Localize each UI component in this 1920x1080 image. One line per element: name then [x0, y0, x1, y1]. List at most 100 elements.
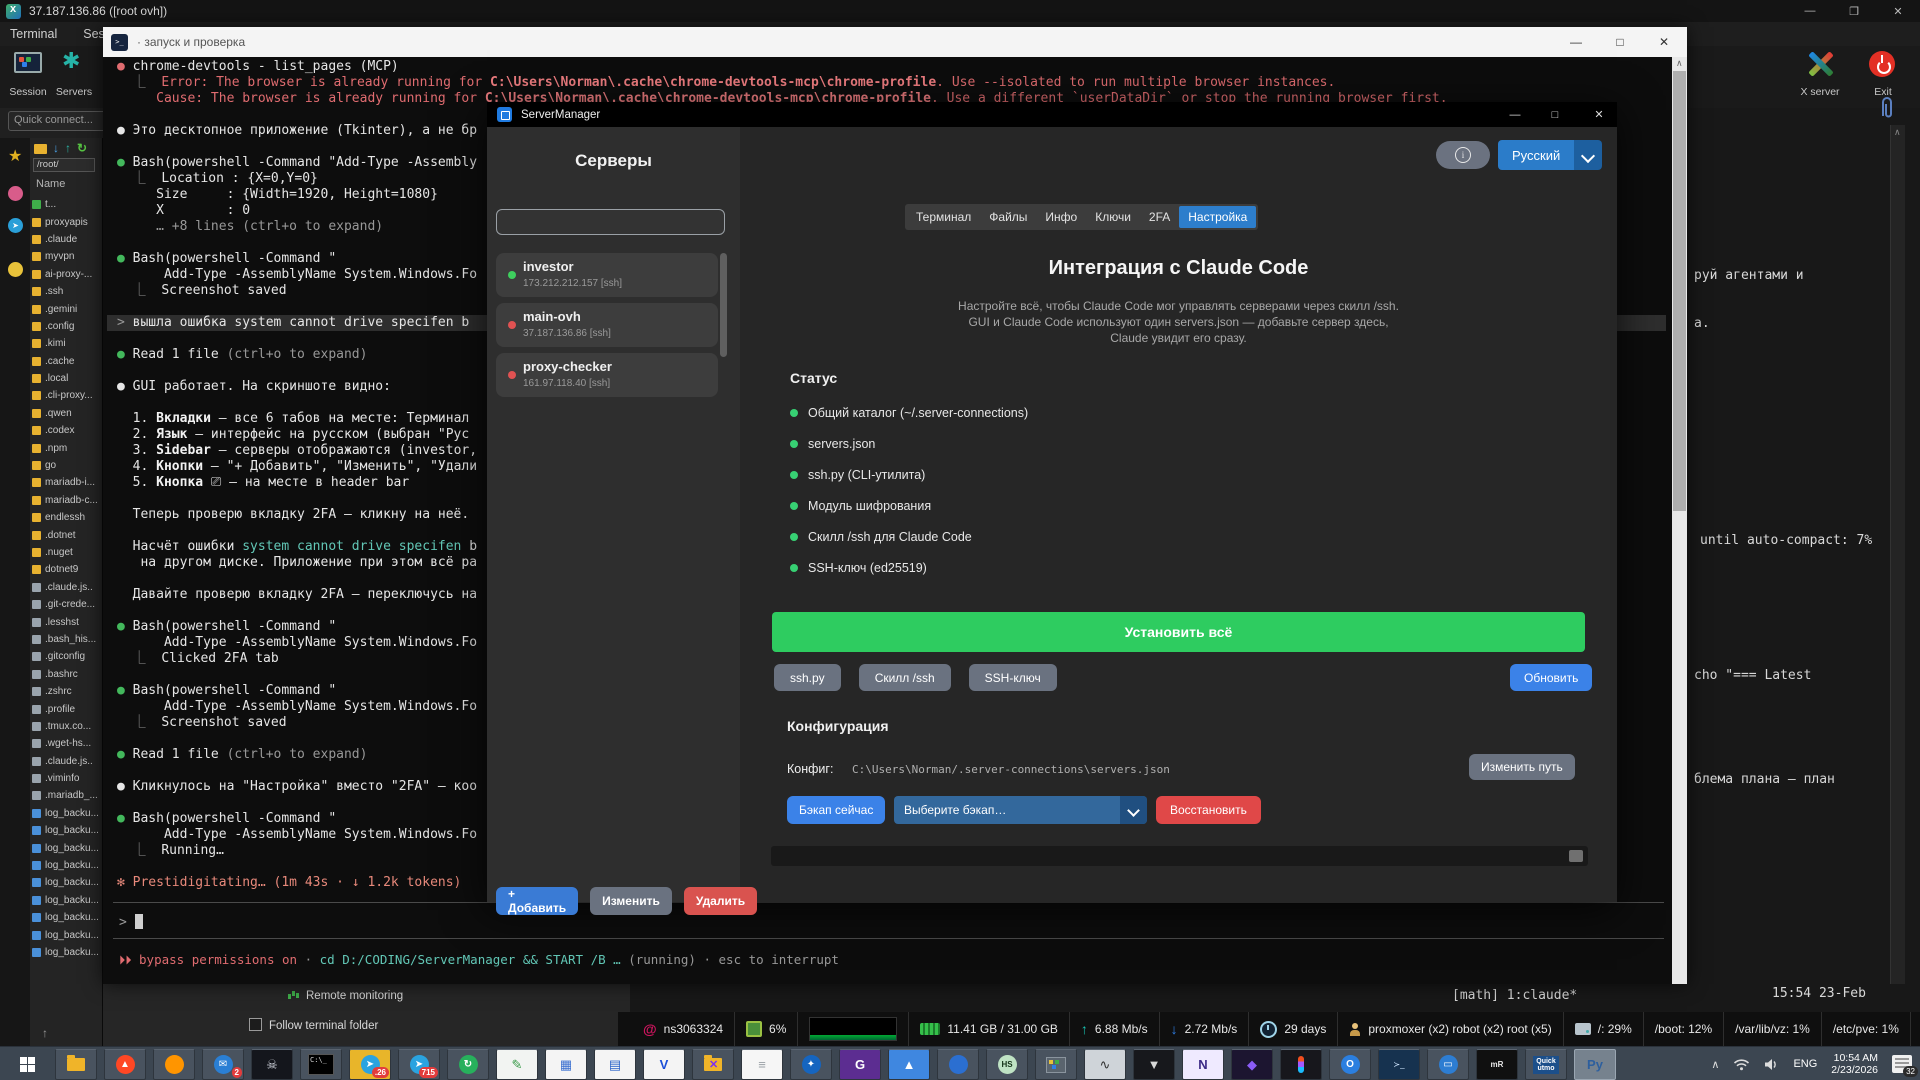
taskbar-powershell[interactable]: ≻_	[1378, 1049, 1420, 1080]
taskbar-telegram[interactable]: ➤ 715	[398, 1049, 440, 1080]
file-tree-item[interactable]: dotnet9	[32, 561, 102, 578]
app-minimize-button[interactable]: —	[1788, 0, 1832, 22]
file-tree-item[interactable]: .npm	[32, 439, 102, 456]
taskbar-bird-app[interactable]: ✦	[790, 1049, 832, 1080]
file-tree-item[interactable]: t...	[32, 196, 102, 213]
server-item-investor[interactable]: investor 173.212.212.157 [ssh]	[496, 253, 718, 297]
file-tree-item[interactable]: .gemini	[32, 300, 102, 317]
install-all-button[interactable]: Установить всё	[772, 612, 1585, 652]
upload-icon[interactable]: ↑	[65, 141, 71, 155]
server-list-scrollbar[interactable]	[720, 253, 727, 357]
follow-folder-checkbox[interactable]: Follow terminal folder	[249, 1016, 378, 1034]
pink-tool-icon[interactable]	[8, 186, 23, 201]
file-tree-item[interactable]: go	[32, 457, 102, 474]
terminal-prompt[interactable]: >	[119, 914, 143, 930]
taskbar-phantom[interactable]: ☠	[251, 1049, 293, 1080]
menu-terminal[interactable]: Terminal	[10, 27, 57, 41]
log-strip-thumb[interactable]	[1569, 850, 1583, 862]
file-tree-item[interactable]: .gitconfig	[32, 648, 102, 665]
favorites-star-icon[interactable]: ★	[8, 146, 23, 165]
remote-monitoring-button[interactable]: Remote monitoring	[288, 986, 403, 1004]
component-button[interactable]: ssh.py	[774, 664, 841, 691]
taskbar-v-app[interactable]: V	[643, 1049, 685, 1080]
file-tree-item[interactable]: .cli-proxy...	[32, 387, 102, 404]
tray-clock[interactable]: 10:54 AM 2/23/2026	[1831, 1052, 1878, 1076]
sftp-name-header[interactable]: Name	[36, 178, 65, 190]
backup-select[interactable]: Выберите бэкап…	[894, 796, 1147, 824]
taskbar-notepad[interactable]: ≡	[741, 1049, 783, 1080]
file-tree-item[interactable]: .local	[32, 370, 102, 387]
server-button-удалить[interactable]: Удалить	[683, 887, 758, 915]
x-server-icon[interactable]	[1806, 50, 1834, 78]
taskbar-mr-app[interactable]: mR	[1476, 1049, 1518, 1080]
taskbar-notion[interactable]: N	[1182, 1049, 1224, 1080]
taskbar-remote-desktop[interactable]: ▭	[1427, 1049, 1469, 1080]
file-tree-item[interactable]: myvpn	[32, 248, 102, 265]
taskbar-monitor-wave[interactable]: ∿	[1084, 1049, 1126, 1080]
taskbar-calculator[interactable]: ▦	[545, 1049, 587, 1080]
component-button[interactable]: SSH-ключ	[968, 664, 1057, 691]
server-search-input[interactable]	[496, 209, 725, 235]
taskbar-hs-app[interactable]: HS	[986, 1049, 1028, 1080]
tab-2FA[interactable]: 2FA	[1140, 206, 1179, 228]
file-tree-item[interactable]: .git-crede...	[32, 596, 102, 613]
file-tree-item[interactable]: .qwen	[32, 405, 102, 422]
info-button[interactable]: i	[1436, 141, 1490, 169]
file-tree-item[interactable]: .claude.js..	[32, 753, 102, 770]
file-tree-item[interactable]: log_backu...	[32, 805, 102, 822]
taskbar-figma[interactable]	[1280, 1049, 1322, 1080]
taskbar-opera[interactable]: O	[1329, 1049, 1371, 1080]
terminal-minimize-button[interactable]: —	[1559, 27, 1593, 57]
file-tree-item[interactable]: log_backu...	[32, 857, 102, 874]
taskbar-photos[interactable]: ▲	[888, 1049, 930, 1080]
file-tree-item[interactable]: .profile	[32, 700, 102, 717]
exit-icon[interactable]	[1869, 51, 1895, 77]
file-tree-item[interactable]: .kimi	[32, 335, 102, 352]
file-tree-item[interactable]: log_backu...	[32, 892, 102, 909]
taskbar-start[interactable]	[6, 1049, 48, 1080]
taskbar-editor[interactable]: ✎	[496, 1049, 538, 1080]
servermanager-minimize-button[interactable]: —	[1497, 102, 1533, 127]
file-tree-item[interactable]: .codex	[32, 422, 102, 439]
terminal-close-button[interactable]: ✕	[1647, 27, 1681, 57]
taskbar-obsidian[interactable]: ◆	[1231, 1049, 1273, 1080]
sftp-scroll-up-icon[interactable]: ↑	[42, 1026, 48, 1040]
file-tree-item[interactable]: log_backu...	[32, 839, 102, 856]
taskbar-thunderbird[interactable]: ✉ 2	[202, 1049, 244, 1080]
restore-button[interactable]: Восстановить	[1156, 796, 1261, 824]
servermanager-titlebar[interactable]: ServerManager — □ ✕	[487, 102, 1617, 127]
file-tree-item[interactable]: .cache	[32, 353, 102, 370]
yellow-ball-icon[interactable]	[8, 262, 23, 277]
file-tree-item[interactable]: .zshrc	[32, 683, 102, 700]
servermanager-close-button[interactable]: ✕	[1581, 102, 1617, 127]
tab-Инфо[interactable]: Инфо	[1036, 206, 1086, 228]
taskbar-sync[interactable]: ↻	[447, 1049, 489, 1080]
file-tree-item[interactable]: ai-proxy-...	[32, 266, 102, 283]
file-tree-item[interactable]: .tmux.co...	[32, 718, 102, 735]
file-tree-item[interactable]: log_backu...	[32, 874, 102, 891]
file-tree-item[interactable]: .bash_his...	[32, 631, 102, 648]
server-item-main-ovh[interactable]: main-ovh 37.187.136.86 [ssh]	[496, 303, 718, 347]
terminal-scrollbar[interactable]	[1672, 57, 1687, 984]
file-tree-item[interactable]: proxyapis	[32, 213, 102, 230]
taskbar-explorer[interactable]	[55, 1049, 97, 1080]
change-path-button[interactable]: Изменить путь	[1469, 754, 1575, 780]
backup-now-button[interactable]: Бэкап сейчас	[787, 796, 886, 824]
taskbar-g-app[interactable]: G	[839, 1049, 881, 1080]
tab-Настройка[interactable]: Настройка	[1179, 206, 1257, 228]
tab-Терминал[interactable]: Терминал	[907, 206, 980, 228]
file-tree-item[interactable]: mariadb-i...	[32, 474, 102, 491]
file-tree-item[interactable]: .config	[32, 318, 102, 335]
wifi-icon[interactable]	[1733, 1058, 1750, 1071]
telegram-rail-icon[interactable]: ➤	[8, 218, 23, 233]
terminal-scrollbar-thumb[interactable]	[1673, 71, 1686, 511]
sftp-path-input[interactable]: /root/	[33, 158, 95, 172]
file-tree-item[interactable]: .wget-hs...	[32, 735, 102, 752]
taskbar-cmd[interactable]: C:\_	[300, 1049, 342, 1080]
taskbar-firefox[interactable]	[153, 1049, 195, 1080]
file-tree-item[interactable]: log_backu...	[32, 926, 102, 943]
file-tree-item[interactable]: .viminfo	[32, 770, 102, 787]
taskbar-funnel[interactable]: ▼	[1133, 1049, 1175, 1080]
folder-up-icon[interactable]	[34, 144, 47, 154]
file-tree-item[interactable]: endlessh	[32, 509, 102, 526]
